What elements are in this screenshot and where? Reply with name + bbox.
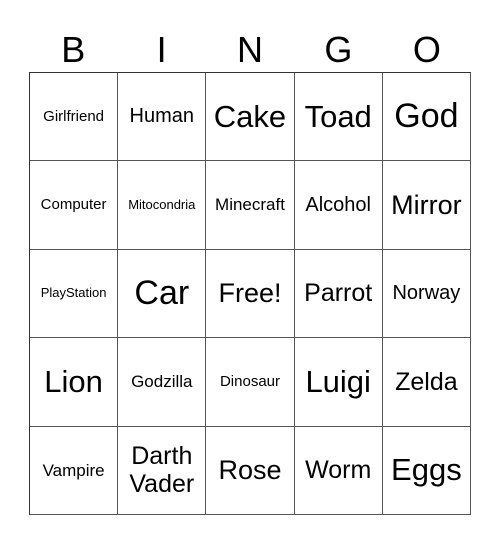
header-letter-i: I [156,29,167,70]
bingo-cell[interactable]: Luigi [294,338,383,427]
bingo-cell[interactable]: Rose [206,426,295,515]
bingo-cell[interactable]: Lion [30,338,119,427]
bingo-cell[interactable]: Vampire [30,426,119,515]
header-letter-b: B [61,29,86,70]
bingo-cell[interactable]: Minecraft [206,161,295,250]
bingo-cell[interactable]: Mitocondria [118,161,207,250]
bingo-cell[interactable]: Parrot [294,249,383,339]
bingo-cell[interactable]: God [382,73,471,162]
header-letter-n: N [237,29,264,70]
bingo-cell[interactable]: Norway [382,249,471,339]
header-letter-o: O [412,29,441,70]
bingo-cell[interactable]: Mirror [382,161,471,250]
bingo-cell[interactable]: Car [118,249,207,339]
bingo-cell[interactable]: Cake [206,73,295,162]
bingo-cell[interactable]: Darth Vader [118,426,207,515]
bingo-cell[interactable]: Human [118,73,207,162]
bingo-card-grid: Girlfriend Human Cake Toad God Computer … [29,72,471,515]
bingo-header: B I N G O [29,28,471,72]
free-space-cell[interactable]: Free! [206,249,295,339]
header-letter-g: G [324,29,353,70]
bingo-cell[interactable]: Worm [294,426,383,515]
bingo-cell[interactable]: Zelda [382,338,471,427]
bingo-cell[interactable]: PlayStation [30,249,119,339]
bingo-cell[interactable]: Eggs [382,426,471,515]
bingo-cell[interactable]: Dinosaur [206,338,295,427]
bingo-cell[interactable]: Toad [294,73,383,162]
bingo-cell[interactable]: Godzilla [118,338,207,427]
bingo-cell[interactable]: Girlfriend [30,73,119,162]
bingo-cell[interactable]: Computer [30,161,119,250]
bingo-cell[interactable]: Alcohol [294,161,383,250]
